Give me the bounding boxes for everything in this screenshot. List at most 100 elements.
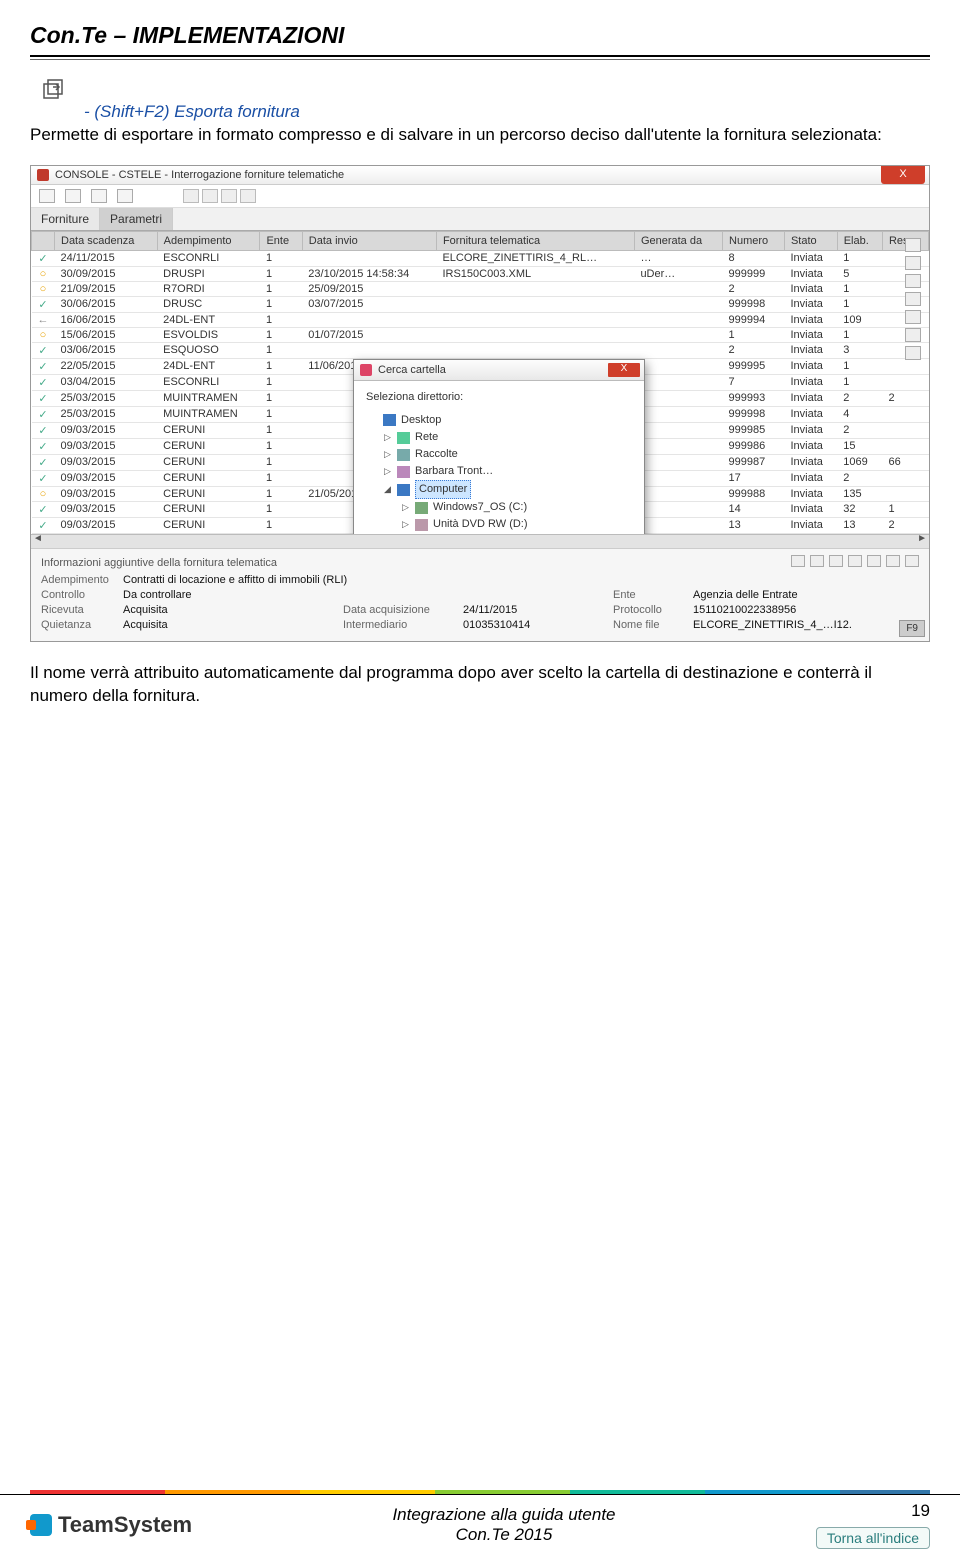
- node-computer[interactable]: Computer: [415, 480, 471, 499]
- cell-ente: 1: [260, 406, 302, 422]
- nav-first-icon[interactable]: [183, 189, 199, 203]
- cell-elab: 1: [837, 296, 882, 312]
- up-icon[interactable]: [829, 555, 843, 567]
- nav-last-icon[interactable]: [240, 189, 256, 203]
- nav-prev-icon[interactable]: [202, 189, 218, 203]
- cell-ademp: DRUSPI: [157, 266, 260, 281]
- col-ademp: Adempimento: [157, 231, 260, 250]
- cell-ademp: CERUNI: [157, 422, 260, 438]
- collections-icon: [397, 449, 410, 461]
- cell-resp: [882, 374, 928, 390]
- cell-elab: 2: [837, 422, 882, 438]
- footer-line2: Con.Te 2015: [192, 1525, 816, 1545]
- lbl-int: Intermediario: [343, 619, 463, 631]
- cell-ademp: ESCONRLI: [157, 374, 260, 390]
- cell-gen: [634, 342, 722, 358]
- delete-icon[interactable]: [905, 555, 919, 567]
- cell-invio: 03/07/2015: [302, 296, 436, 312]
- cell-ademp: CERUNI: [157, 454, 260, 470]
- upload-icon[interactable]: [91, 189, 107, 203]
- tab-parametri[interactable]: Parametri: [100, 208, 173, 230]
- down2-icon[interactable]: [867, 555, 881, 567]
- cell-scadenza: 22/05/2015: [55, 358, 158, 374]
- cell-num: 999998: [723, 406, 785, 422]
- cell-stato: Inviata: [784, 470, 837, 486]
- cell-scadenza: 09/03/2015: [55, 422, 158, 438]
- cell-resp: [882, 470, 928, 486]
- cell-elab: 1: [837, 327, 882, 342]
- table-row[interactable]: ○30/09/2015DRUSPI123/10/2015 14:58:34IRS…: [32, 266, 929, 281]
- cell-forn: [436, 327, 634, 342]
- table-row[interactable]: ○21/09/2015R7ORDI125/09/20152Inviata1: [32, 281, 929, 296]
- doc-new-icon[interactable]: [905, 238, 921, 252]
- tab-forniture[interactable]: Forniture: [31, 208, 100, 230]
- camera-icon[interactable]: [39, 189, 55, 203]
- export-side-icon[interactable]: [905, 346, 921, 360]
- logo-icon: [30, 1514, 52, 1536]
- cell-num: 13: [723, 517, 785, 533]
- cell-scadenza: 24/11/2015: [55, 250, 158, 266]
- node-dvd[interactable]: Unità DVD RW (D:): [433, 516, 528, 533]
- toolbar: [31, 185, 929, 208]
- node-rete[interactable]: Rete: [415, 429, 438, 446]
- toc-link[interactable]: Torna all'indice: [816, 1527, 930, 1549]
- node-desktop[interactable]: Desktop: [401, 412, 441, 429]
- info-tool-icons: [791, 555, 919, 567]
- cell-resp: [882, 486, 928, 501]
- cell-num: 999999: [723, 266, 785, 281]
- cell-scadenza: 09/03/2015: [55, 501, 158, 517]
- table-row[interactable]: ✓30/06/2015DRUSC103/07/2015999998Inviata…: [32, 296, 929, 312]
- f9-button[interactable]: F9: [899, 620, 925, 637]
- table-row[interactable]: ○15/06/2015ESVOLDIS101/07/20151Inviata1: [32, 327, 929, 342]
- cell-elab: 2: [837, 390, 882, 406]
- cell-gen: [634, 327, 722, 342]
- cell-ente: 1: [260, 374, 302, 390]
- table-row[interactable]: ✓03/06/2015ESQUOSO12Inviata3: [32, 342, 929, 358]
- nav-next-icon[interactable]: [221, 189, 237, 203]
- stop-icon[interactable]: [905, 292, 921, 306]
- help-icon[interactable]: [117, 189, 133, 203]
- cell-resp: 1: [882, 501, 928, 517]
- col-num: Numero: [723, 231, 785, 250]
- new-icon[interactable]: [791, 555, 805, 567]
- lock-icon[interactable]: [905, 274, 921, 288]
- refresh-icon[interactable]: [886, 555, 900, 567]
- export-icon: [40, 78, 66, 102]
- dialog-titlebar: Cerca cartella X: [354, 360, 644, 381]
- table-row[interactable]: ←16/06/201524DL-ENT1999994Inviata109: [32, 312, 929, 327]
- app-screenshot: CONSOLE - CSTELE - Interrogazione fornit…: [30, 165, 930, 642]
- print-icon[interactable]: [65, 189, 81, 203]
- cell-stato: Inviata: [784, 312, 837, 327]
- cell-ademp: MUINTRAMEN: [157, 390, 260, 406]
- cell-ademp: DRUSC: [157, 296, 260, 312]
- node-user[interactable]: Barbara Tront…: [415, 463, 493, 480]
- col-forn: Fornitura telematica: [436, 231, 634, 250]
- cell-scadenza: 16/06/2015: [55, 312, 158, 327]
- node-win7[interactable]: Windows7_OS (C:): [433, 499, 527, 516]
- node-raccolte[interactable]: Raccolte: [415, 446, 458, 463]
- feature-description: Permette di esportare in formato compres…: [30, 124, 930, 147]
- nav-right-icon[interactable]: [905, 256, 921, 270]
- user-folder-icon: [397, 466, 410, 478]
- horizontal-scrollbar[interactable]: [31, 534, 929, 548]
- row-status-icon: ✓: [32, 422, 55, 438]
- apply-icon[interactable]: [848, 555, 862, 567]
- cell-stato: Inviata: [784, 438, 837, 454]
- sum-icon[interactable]: [905, 310, 921, 324]
- tabs: Forniture Parametri: [31, 208, 929, 231]
- cell-elab: 1: [837, 374, 882, 390]
- cell-resp: 2: [882, 517, 928, 533]
- cell-gen: [634, 422, 722, 438]
- table-row[interactable]: ✓24/11/2015ESCONRLI1ELCORE_ZINETTIRIS_4_…: [32, 250, 929, 266]
- cell-resp: [882, 358, 928, 374]
- cell-resp: 2: [882, 390, 928, 406]
- cell-gen: [634, 517, 722, 533]
- down-icon[interactable]: [905, 328, 921, 342]
- dialog-close-button[interactable]: X: [608, 363, 640, 377]
- cell-forn: [436, 342, 634, 358]
- window-close-button[interactable]: X: [881, 166, 925, 184]
- cell-stato: Inviata: [784, 250, 837, 266]
- cell-ademp: CERUNI: [157, 438, 260, 454]
- open-icon[interactable]: [810, 555, 824, 567]
- lbl-ente: Ente: [613, 589, 693, 601]
